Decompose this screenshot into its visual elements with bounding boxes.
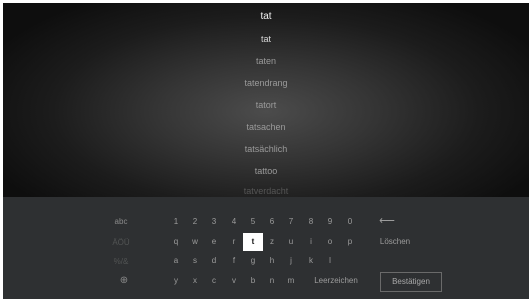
search-query: tat [260, 11, 272, 22]
key-2[interactable]: 2 [188, 214, 202, 230]
tv-screen: tat tat taten tatendrang tatort tatsache… [3, 3, 529, 299]
space-key[interactable]: Leerzeichen [307, 273, 365, 289]
suggestion-item[interactable]: tatsachen [3, 121, 529, 133]
key-r[interactable]: r [227, 234, 241, 250]
key-l[interactable]: l [323, 253, 337, 269]
key-f[interactable]: f [227, 253, 241, 269]
key-0[interactable]: 0 [343, 214, 357, 230]
key-6[interactable]: 6 [265, 214, 279, 230]
key-4[interactable]: 4 [227, 214, 241, 230]
key-h[interactable]: h [265, 253, 279, 269]
suggestion-panel: tat tat taten tatendrang tatort tatsache… [3, 3, 529, 197]
suggestion-item[interactable]: tatort [3, 99, 529, 111]
key-d[interactable]: d [207, 253, 221, 269]
key-9[interactable]: 9 [323, 214, 337, 230]
mode-symbols[interactable]: %/& [109, 254, 133, 270]
key-j[interactable]: j [284, 253, 298, 269]
key-c[interactable]: c [207, 273, 221, 289]
key-i[interactable]: i [304, 234, 318, 250]
suggestion-item[interactable]: tatendrang [3, 77, 529, 89]
suggestion-item[interactable]: tatsächlich [3, 143, 529, 155]
on-screen-keyboard: abc ÄÖÜ %/& ⊕ 1 2 3 4 5 6 7 8 9 0 ⟵ q w … [3, 197, 529, 299]
mode-umlauts[interactable]: ÄÖÜ [109, 235, 133, 251]
key-e[interactable]: e [207, 234, 221, 250]
key-g[interactable]: g [246, 253, 260, 269]
key-3[interactable]: 3 [207, 214, 221, 230]
key-o[interactable]: o [323, 234, 337, 250]
key-n[interactable]: n [265, 273, 279, 289]
key-x[interactable]: x [188, 273, 202, 289]
key-a[interactable]: a [169, 253, 183, 269]
mode-abc[interactable]: abc [109, 214, 133, 230]
suggestion-item[interactable]: tattoo [3, 165, 529, 177]
suggestion-item[interactable]: tatverdacht [3, 185, 529, 197]
backspace-arrow-icon[interactable]: ⟵ [377, 213, 397, 229]
key-u[interactable]: u [284, 234, 298, 250]
key-s[interactable]: s [188, 253, 202, 269]
key-p[interactable]: p [343, 234, 357, 250]
key-1[interactable]: 1 [169, 214, 183, 230]
key-5[interactable]: 5 [246, 214, 260, 230]
suggestion-item[interactable]: taten [3, 55, 529, 67]
key-t-selected[interactable]: t [243, 233, 263, 251]
key-z[interactable]: z [265, 234, 279, 250]
key-k[interactable]: k [304, 253, 318, 269]
key-w[interactable]: w [188, 234, 202, 250]
key-b[interactable]: b [246, 273, 260, 289]
confirm-button[interactable]: Bestätigen [380, 272, 442, 292]
key-m[interactable]: m [284, 273, 298, 289]
key-v[interactable]: v [227, 273, 241, 289]
key-7[interactable]: 7 [284, 214, 298, 230]
key-8[interactable]: 8 [304, 214, 318, 230]
key-y[interactable]: y [169, 273, 183, 289]
delete-button[interactable]: Löschen [373, 234, 417, 250]
suggestion-item[interactable]: tat [3, 33, 529, 45]
globe-icon[interactable]: ⊕ [115, 273, 133, 289]
key-q[interactable]: q [169, 234, 183, 250]
